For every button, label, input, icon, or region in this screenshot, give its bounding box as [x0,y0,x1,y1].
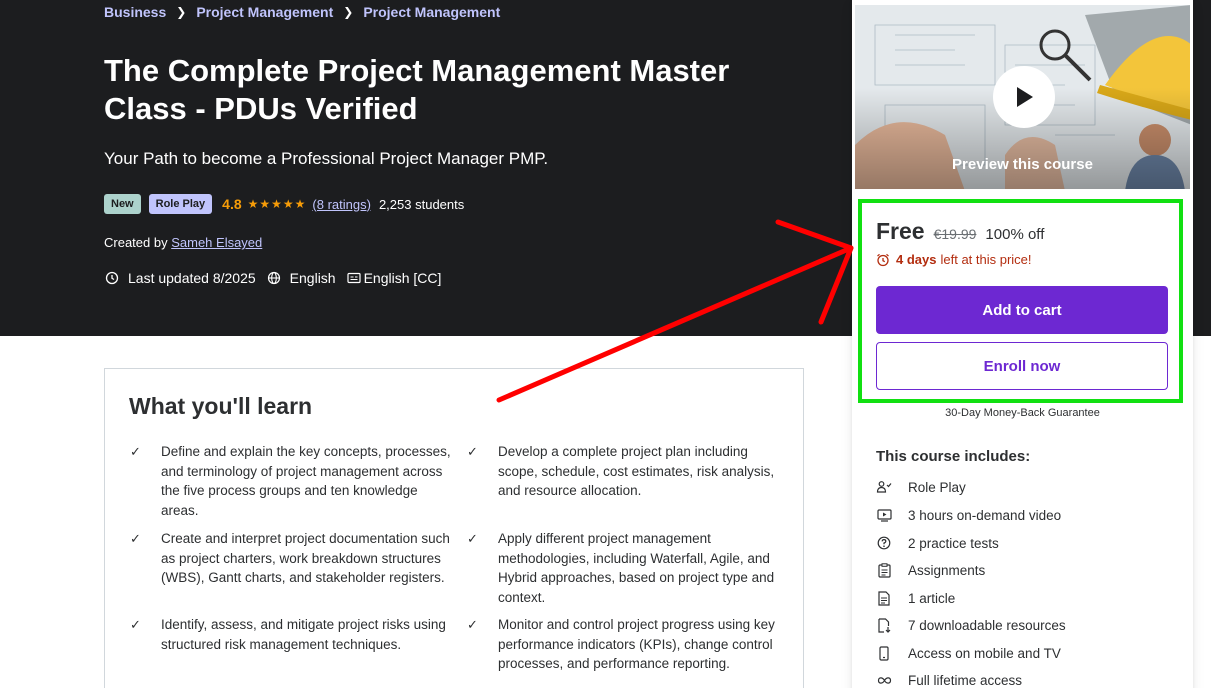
learn-item-text: Create and interpret project documentati… [161,531,450,585]
closed-caption-icon [346,270,362,286]
language-text: English [289,270,336,286]
learn-item-text: Define and explain the key concepts, pro… [161,444,451,518]
include-item: 3 hours on-demand video [876,507,1061,523]
article-icon [876,590,892,606]
question-icon [876,535,892,551]
breadcrumb-business[interactable]: Business [104,4,166,20]
price-highlight-box [858,199,1183,403]
captions: English [CC] [346,270,442,286]
check-icon: ✓ [130,617,141,632]
role-play-icon [876,479,892,495]
what-youll-learn-box: What you'll learn ✓ Define and explain t… [104,368,804,688]
learn-item-text: Develop a complete project plan includin… [498,444,775,498]
include-item: 7 downloadable resources [876,617,1066,633]
include-item: Assignments [876,562,985,578]
include-item-label: 2 practice tests [908,535,999,551]
infinity-icon [876,672,892,688]
include-item: 1 article [876,590,955,606]
language: English [266,270,336,286]
course-preview[interactable]: Preview this course [854,4,1191,190]
ratings-count-link[interactable]: (8 ratings) [312,197,371,212]
check-icon: ✓ [467,444,478,459]
chevron-right-icon: ❯ [343,5,354,19]
learn-item: ✓ Create and interpret project documenta… [130,529,451,588]
play-icon[interactable] [993,66,1055,128]
breadcrumb-project-management-1[interactable]: Project Management [196,4,333,20]
learn-item-text: Apply different project management metho… [498,531,775,605]
last-updated: Last updated 8/2025 [104,270,256,286]
learn-item: ✓ Identify, assess, and mitigate project… [130,615,451,654]
include-item: Full lifetime access [876,672,1022,688]
learn-item: ✓ Define and explain the key concepts, p… [130,442,451,520]
include-item: 2 practice tests [876,535,999,551]
include-item-label: Assignments [908,562,986,578]
star-rating-icon: ★★★★★ [247,197,307,211]
breadcrumb: Business ❯ Project Management ❯ Project … [104,4,500,20]
course-subtitle: Your Path to become a Professional Proje… [104,149,549,168]
last-updated-text: Last updated 8/2025 [128,270,256,286]
course-title: The Complete Project Management Master C… [104,53,730,126]
check-icon: ✓ [467,531,478,546]
role-play-badge: Role Play [148,194,213,214]
include-item-label: Full lifetime access [908,672,1023,688]
course-info-row: Last updated 8/2025 English English [CC] [104,270,451,286]
check-icon: ✓ [130,531,141,546]
check-icon: ✓ [130,444,141,459]
learn-item: ✓ Apply different project management met… [467,529,788,607]
include-item-label: Role Play [908,479,966,495]
captions-text: English [CC] [363,270,442,286]
include-item-label: Access on mobile and TV [908,645,1061,661]
check-icon: ✓ [467,617,478,632]
mobile-icon [876,645,892,661]
rating-value: 4.8 [222,196,242,212]
assignment-icon [876,562,892,578]
includes-title: This course includes: [876,448,1031,465]
video-icon [876,507,892,523]
course-meta-row: New Role Play 4.8 ★★★★★ (8 ratings) 2,25… [104,194,464,214]
chevron-right-icon: ❯ [176,5,187,19]
learn-item: ✓ Monitor and control project progress u… [467,615,788,674]
learn-item-text: Monitor and control project progress usi… [498,617,775,671]
preview-label[interactable]: Preview this course [855,156,1190,173]
include-item-label: 1 article [908,590,956,606]
created-by: Created by Sameh Elsayed [104,235,262,250]
include-item-label: 7 downloadable resources [908,617,1066,633]
breadcrumb-project-management-2[interactable]: Project Management [363,4,500,20]
alert-clock-icon [104,270,120,286]
include-item-label: 3 hours on-demand video [908,507,1062,523]
include-item: Access on mobile and TV [876,645,1061,661]
new-badge: New [104,194,141,214]
students-count: 2,253 students [378,196,465,212]
money-back-guarantee: 30-Day Money-Back Guarantee [945,407,1100,419]
learn-title: What you'll learn [129,393,313,419]
include-item: Role Play [876,479,966,495]
download-icon [876,617,892,633]
author-link[interactable]: Sameh Elsayed [171,235,262,250]
globe-icon [266,270,282,286]
learn-item: ✓ Develop a complete project plan includ… [467,442,788,501]
created-by-label: Created by [104,235,168,250]
learn-item-text: Identify, assess, and mitigate project r… [161,617,446,652]
